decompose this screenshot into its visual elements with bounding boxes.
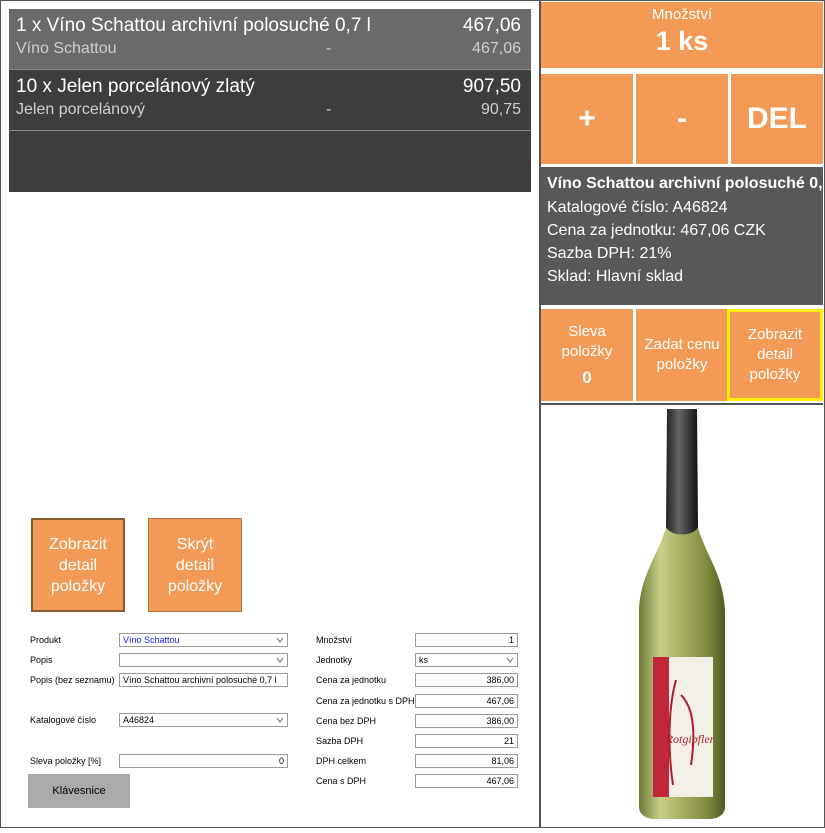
chevron-down-icon [276, 717, 284, 723]
order-list: 1 x Víno Schattou archivní polosuché 0,7… [9, 9, 531, 192]
unit-price-vat-label: Cena za jednotku s DPH [316, 696, 415, 706]
vat-rate-input[interactable]: 21 [415, 734, 518, 748]
chevron-down-icon [276, 657, 284, 663]
show-detail-line2: detail [58, 556, 98, 574]
order-item-total: 907,50 [462, 76, 521, 97]
item-stock: Sklad: Hlavní sklad [547, 268, 684, 285]
discount-value: 0 [582, 368, 592, 387]
keyboard-button[interactable]: Klávesnice [28, 774, 130, 808]
unit-select[interactable]: ks [415, 653, 518, 667]
order-item-1[interactable]: 1 x Víno Schattou archivní polosuché 0,7… [9, 9, 531, 70]
order-item-dash: - [326, 40, 332, 57]
order-item-dash: - [326, 101, 332, 118]
catalog-select[interactable]: A46824 [119, 713, 288, 727]
set-price-line1: Zadat cenu [644, 336, 720, 353]
increase-button[interactable]: + [541, 74, 633, 164]
item-info-panel: Víno Schattou archivní polosuché 0,7 l K… [541, 167, 823, 305]
wine-bottle-image: Rotgipfler [639, 409, 725, 819]
hide-detail-line1: Skrýt [176, 535, 214, 553]
discount-label-line1: Sleva [568, 323, 606, 340]
quantity-input[interactable]: 1 [415, 633, 518, 647]
unit-label: Jednotky [316, 655, 353, 665]
hide-detail-line3: položky [167, 577, 223, 595]
show-detail-line3: položky [749, 366, 801, 383]
product-select[interactable]: Víno Schattou [119, 633, 288, 647]
chevron-down-icon [276, 637, 284, 643]
item-catalog-number: Katalogové číslo: A46824 [547, 199, 728, 216]
show-detail-line2: detail [757, 346, 793, 363]
order-item-unit-price: 467,06 [472, 40, 521, 57]
unit-value: ks [419, 655, 428, 665]
product-value: Víno Schattou [123, 635, 180, 645]
quantity-field-label: Množství [316, 635, 353, 645]
order-item-total: 467,06 [462, 15, 521, 36]
discount-label-line2: položky [561, 343, 613, 360]
vat-total-label: DPH celkem [316, 756, 367, 766]
catalog-label: Katalogové číslo [30, 715, 97, 725]
net-price-input[interactable]: 386,00 [415, 714, 518, 728]
show-detail-line1: Zobrazit [49, 535, 107, 553]
chevron-down-icon [506, 657, 514, 663]
order-item-subtitle: Víno Schattou [16, 40, 117, 57]
order-item-title: 1 x Víno Schattou archivní polosuché 0,7… [16, 15, 371, 36]
order-item-unit-price: 90,75 [480, 101, 521, 118]
gross-price-label: Cena s DPH [316, 776, 367, 786]
delete-button[interactable]: DEL [731, 74, 823, 164]
catalog-value: A46824 [123, 715, 155, 725]
description-label: Popis [30, 655, 53, 665]
unit-price-vat-input[interactable]: 467,06 [415, 694, 518, 708]
order-item-2[interactable]: 10 x Jelen porcelánový zlatý 907,50 Jele… [9, 70, 531, 131]
description-free-label: Popis (bez seznamu) [30, 675, 115, 685]
item-name: Víno Schattou archivní polosuché 0,7 l [547, 175, 823, 192]
product-image: Rotgipfler [541, 403, 823, 826]
show-detail-line1: Zobrazit [747, 326, 803, 343]
set-price-line2: položky [656, 356, 708, 373]
order-item-title: 10 x Jelen porcelánový zlatý [16, 76, 255, 97]
wine-label-text: Rotgipfler [665, 732, 715, 746]
discount-percent-input[interactable]: 0 [119, 754, 288, 768]
quantity-value: 1 ks [655, 26, 709, 56]
hide-detail-button[interactable]: Skrýt detail položky [148, 518, 242, 612]
show-item-detail-button[interactable]: Zobrazit detail položky [727, 309, 823, 401]
vat-total-input[interactable]: 81,06 [415, 754, 518, 768]
unit-price-input[interactable]: 386,00 [415, 673, 518, 687]
show-detail-button[interactable]: Zobrazit detail položky [31, 518, 125, 612]
product-label: Produkt [30, 635, 62, 645]
item-unit-price: Cena za jednotku: 467,06 CZK [547, 222, 766, 239]
unit-price-label: Cena za jednotku [316, 675, 387, 685]
quantity-label: Množství [651, 6, 712, 23]
net-price-label: Cena bez DPH [316, 716, 377, 726]
vat-rate-label: Sazba DPH [316, 736, 364, 746]
show-detail-line3: položky [50, 577, 106, 595]
item-discount-button[interactable]: Sleva položky 0 [541, 309, 633, 401]
set-price-button[interactable]: Zadat cenu položky [636, 309, 728, 401]
discount-percent-label: Sleva položky [%] [30, 756, 102, 766]
description-free-input[interactable]: Víno Schattou archivní polosuché 0,7 l [119, 673, 288, 687]
gross-price-input[interactable]: 467,06 [415, 774, 518, 788]
decrease-button[interactable]: - [636, 74, 728, 164]
hide-detail-line2: detail [175, 556, 215, 574]
order-item-subtitle: Jelen porcelánový [16, 101, 145, 118]
quantity-display: Množství 1 ks [541, 2, 823, 68]
description-select[interactable] [119, 653, 288, 667]
item-vat-rate: Sazba DPH: 21% [547, 245, 672, 262]
